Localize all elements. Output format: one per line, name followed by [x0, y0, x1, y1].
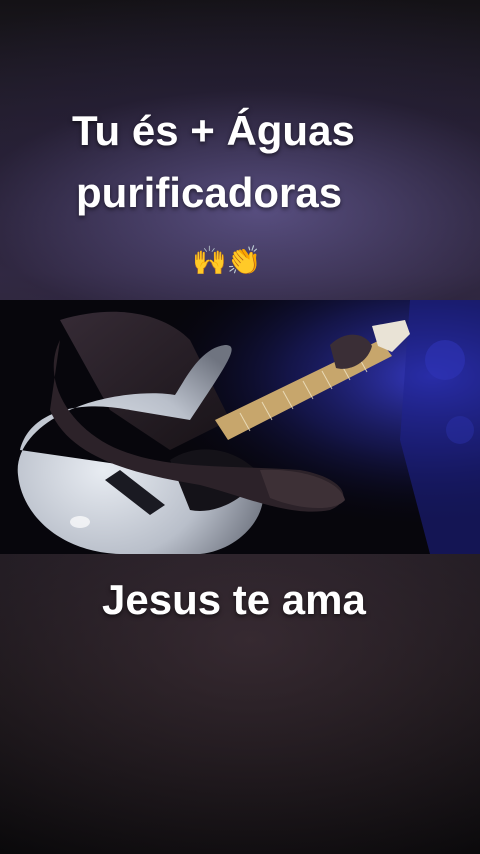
bottom-caption: Jesus te ama: [102, 576, 366, 623]
guitar-performance-image: [0, 300, 480, 554]
video-frame[interactable]: [0, 300, 480, 554]
caption-line-1: Tu és + Águas: [72, 107, 355, 154]
emoji-row: 🙌👏: [192, 245, 262, 276]
caption-line-2: purificadoras: [76, 169, 343, 216]
top-caption: Tu és + Águas purificadoras: [0, 100, 480, 224]
video-post-screen: Tu és + Águas purificadoras 🙌👏 Jesus te …: [0, 0, 480, 854]
